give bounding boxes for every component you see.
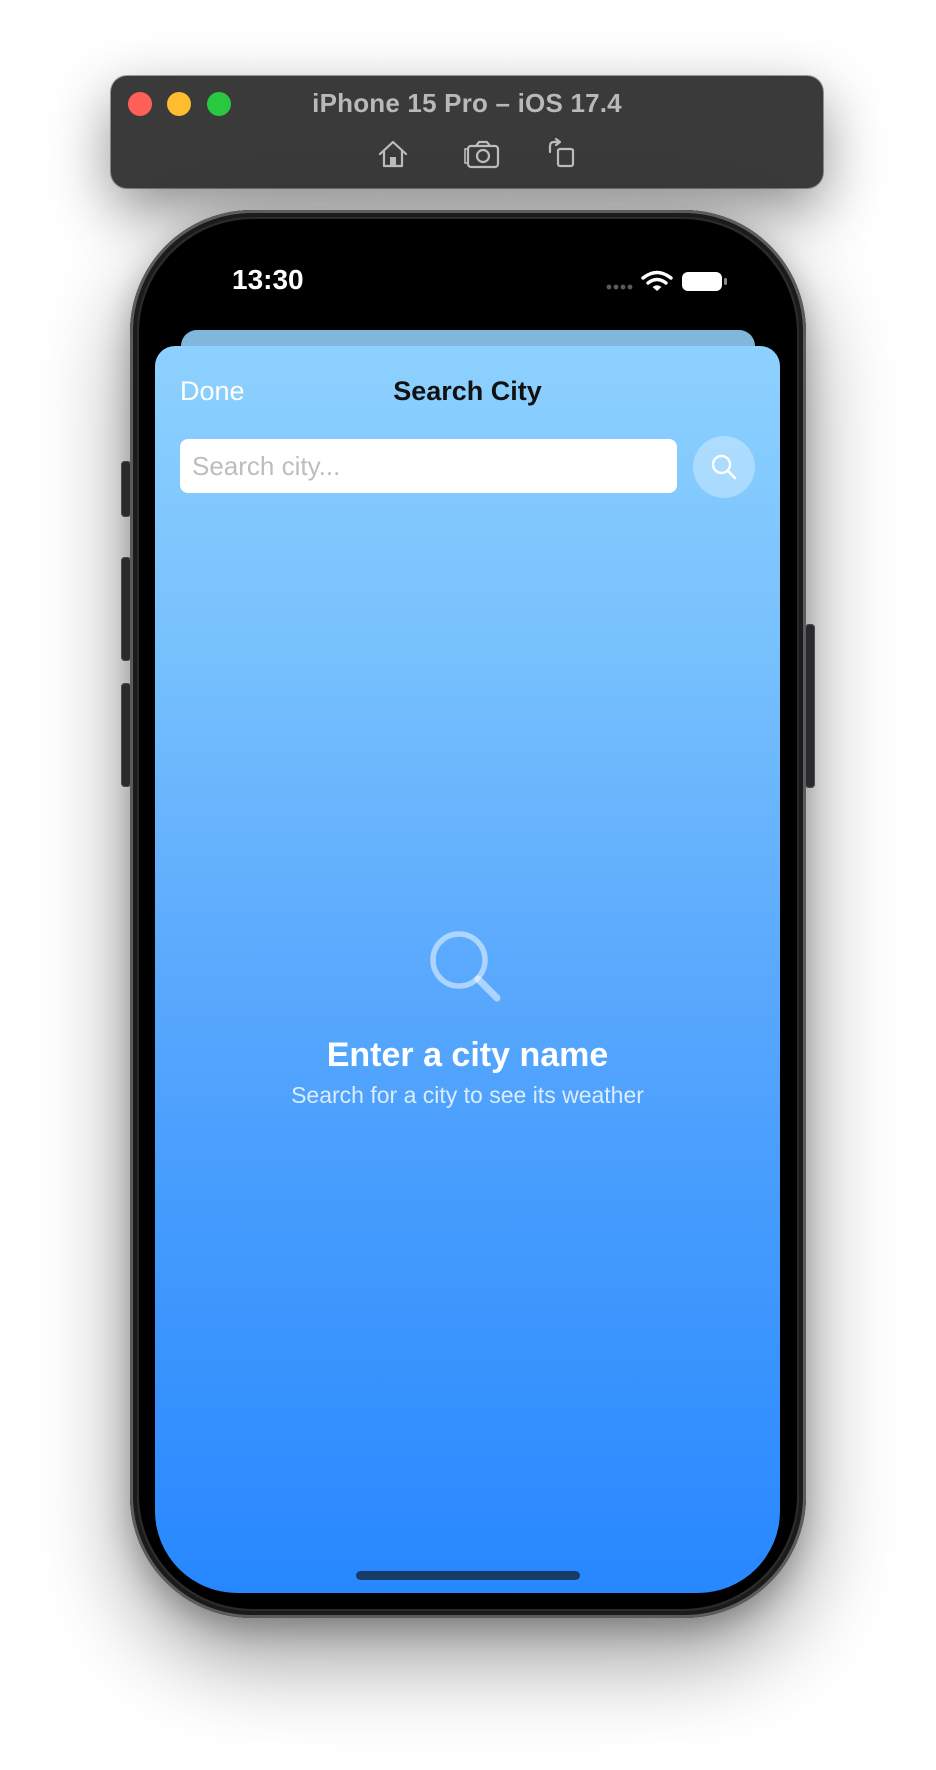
status-icons <box>604 268 734 296</box>
screen: iPhone 15 Pro – iOS 17.4 13:30 Done Sear… <box>0 0 936 1770</box>
search-city-input[interactable] <box>180 439 677 493</box>
home-icon <box>378 140 408 168</box>
sheet-title: Search City <box>393 376 542 406</box>
simulator-title: iPhone 15 Pro – iOS 17.4 <box>312 88 622 118</box>
home-button[interactable] <box>373 134 413 174</box>
wifi-icon <box>641 270 673 291</box>
empty-state-subtitle: Search for a city to see its weather <box>291 1082 644 1108</box>
empty-state-title: Enter a city name <box>326 1036 609 1074</box>
screenshot-button[interactable] <box>463 134 503 174</box>
search-city-sheet: Done Search City Enter a city name Searc… <box>155 346 780 1593</box>
rotate-button[interactable] <box>541 134 581 174</box>
screenshot-icon <box>464 140 500 169</box>
rotate-icon <box>548 137 575 168</box>
search-icon <box>711 454 737 480</box>
simulator-toolbar: iPhone 15 Pro – iOS 17.4 <box>111 76 823 188</box>
status-time: 13:30 <box>232 264 304 295</box>
search-button[interactable] <box>693 436 755 498</box>
battery-icon <box>682 272 727 291</box>
signal-icon <box>606 284 633 290</box>
home-indicator[interactable] <box>356 1571 580 1580</box>
magnifier-icon <box>430 931 501 1002</box>
power-button[interactable] <box>805 624 815 788</box>
